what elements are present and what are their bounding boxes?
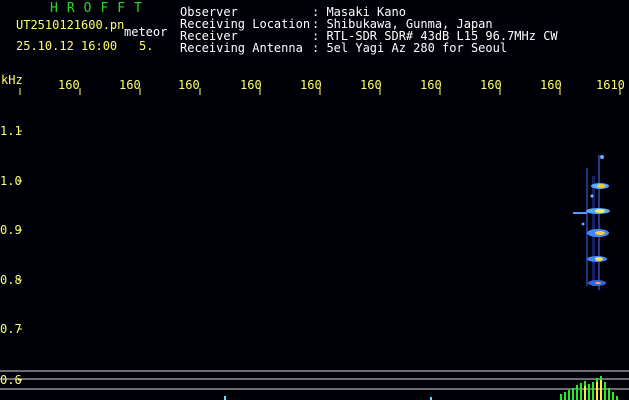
spectrogram-plot bbox=[0, 88, 629, 400]
power-spectrum bbox=[560, 376, 618, 400]
x-axis-ticks bbox=[19, 88, 621, 95]
y-axis-ticks bbox=[18, 130, 22, 381]
baseline-noise bbox=[224, 396, 432, 400]
meteor-echo bbox=[573, 155, 610, 290]
reference-lines bbox=[0, 370, 629, 390]
